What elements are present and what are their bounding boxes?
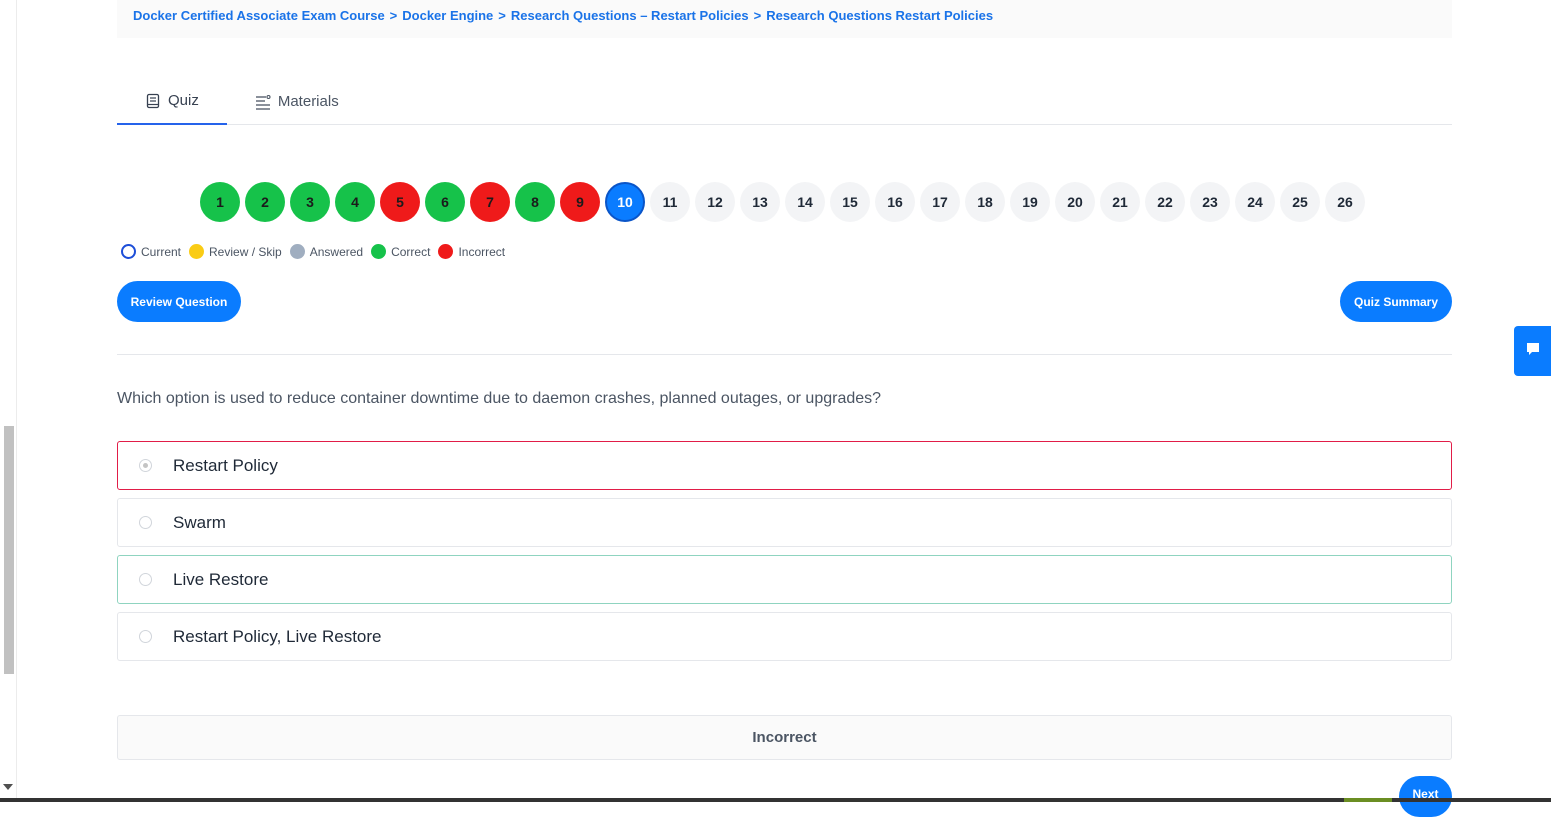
question-nav-item[interactable]: 6 [425, 182, 465, 222]
tab-quiz[interactable]: Quiz [117, 78, 227, 125]
question-nav-item[interactable]: 2 [245, 182, 285, 222]
question-nav-item[interactable]: 12 [695, 182, 735, 222]
result-banner: Incorrect [117, 715, 1452, 760]
question-nav-item[interactable]: 24 [1235, 182, 1275, 222]
radio-button[interactable] [139, 630, 152, 643]
question-navigator: 1 2 3 4 5 6 7 8 9 10 11 12 13 14 15 16 17 18 19 20 21 22 23 24 2… [200, 182, 1365, 222]
list-icon [255, 94, 271, 110]
scrollbar-thumb[interactable] [4, 426, 14, 674]
question-text: Which option is used to reduce container… [117, 390, 882, 407]
bottom-bar [0, 798, 1551, 802]
legend-review: Review / Skip [189, 244, 282, 259]
legend-current: Current [121, 244, 181, 259]
answer-option[interactable]: Restart Policy [117, 441, 1452, 490]
legend-incorrect: Incorrect [438, 244, 505, 259]
answer-option-label: Swarm [173, 512, 226, 532]
incorrect-dot-icon [438, 244, 454, 259]
tab-bar: Quiz Materials [117, 78, 1452, 125]
answer-option[interactable]: Restart Policy, Live Restore [117, 612, 1452, 661]
question-nav-item[interactable]: 14 [785, 182, 825, 222]
answer-option-label: Live Restore [173, 569, 269, 589]
question-nav-item[interactable]: 1 [200, 182, 240, 222]
question-nav-item[interactable]: 4 [335, 182, 375, 222]
question-nav-item[interactable]: 16 [875, 182, 915, 222]
question-nav-item[interactable]: 9 [560, 182, 600, 222]
breadcrumb-separator: > [389, 8, 398, 23]
bottom-bar-accent [1344, 798, 1392, 802]
breadcrumb-link-docker-engine[interactable]: Docker Engine [402, 8, 493, 23]
book-icon [145, 93, 161, 109]
chat-bubble-icon [1525, 341, 1541, 362]
answer-option-label: Restart Policy [173, 455, 278, 475]
legend-incorrect-label: Incorrect [458, 244, 506, 259]
vertical-scrollbar[interactable] [0, 0, 17, 802]
breadcrumb-separator: > [498, 8, 506, 23]
question-nav-item[interactable]: 11 [650, 182, 690, 222]
answer-option[interactable]: Live Restore [117, 555, 1452, 604]
breadcrumb-link-current[interactable]: Research Questions Restart Policies [766, 8, 993, 23]
question-nav-item[interactable]: 5 [380, 182, 420, 222]
current-dot-icon [121, 244, 136, 259]
radio-button[interactable] [139, 516, 152, 529]
breadcrumb-link-course[interactable]: Docker Certified Associate Exam Course [133, 8, 385, 23]
legend-review-label: Review / Skip [209, 244, 282, 259]
legend-correct: Correct [371, 244, 430, 259]
question-nav-item[interactable]: 7 [470, 182, 510, 222]
section-divider [117, 354, 1452, 355]
correct-dot-icon [371, 244, 387, 259]
feedback-tab[interactable] [1514, 326, 1551, 376]
question-nav-item[interactable]: 22 [1145, 182, 1185, 222]
quiz-summary-button[interactable]: Quiz Summary [1340, 281, 1452, 322]
status-legend: Current Review / Skip Answered Correct I… [121, 244, 513, 259]
next-button[interactable]: Next [1399, 776, 1452, 817]
tab-quiz-label: Quiz [168, 92, 199, 109]
tab-materials-label: Materials [277, 93, 339, 110]
breadcrumb: Docker Certified Associate Exam Course > D… [117, 0, 1452, 38]
radio-button[interactable] [139, 459, 152, 472]
question-nav-item[interactable]: 21 [1100, 182, 1140, 222]
legend-correct-label: Correct [391, 244, 431, 259]
question-nav-item[interactable]: 13 [740, 182, 780, 222]
breadcrumb-separator: > [753, 8, 762, 23]
legend-answered-label: Answered [309, 244, 364, 259]
review-question-button[interactable]: Review Question [117, 281, 241, 322]
question-nav-item[interactable]: 23 [1190, 182, 1230, 222]
answer-option-label: Restart Policy, Live Restore [173, 626, 382, 646]
answer-option[interactable]: Swarm [117, 498, 1452, 547]
question-nav-item[interactable]: 15 [830, 182, 870, 222]
question-nav-item[interactable]: 3 [290, 182, 330, 222]
question-nav-item[interactable]: 10 [605, 182, 645, 222]
question-nav-item[interactable]: 26 [1325, 182, 1365, 222]
legend-answered: Answered [289, 244, 364, 259]
question-nav-item[interactable]: 8 [515, 182, 555, 222]
scroll-down-arrow-icon[interactable] [3, 784, 13, 790]
legend-current-label: Current [141, 244, 182, 259]
question-nav-item[interactable]: 20 [1055, 182, 1095, 222]
answered-dot-icon [289, 244, 305, 259]
question-nav-item[interactable]: 19 [1010, 182, 1050, 222]
breadcrumb-link-research-questions[interactable]: Research Questions – Restart Policies [511, 8, 749, 23]
tab-materials[interactable]: Materials [227, 78, 367, 125]
question-nav-item[interactable]: 25 [1280, 182, 1320, 222]
question-nav-item[interactable]: 18 [965, 182, 1005, 222]
review-dot-icon [189, 244, 205, 259]
radio-button[interactable] [139, 573, 152, 586]
question-nav-item[interactable]: 17 [920, 182, 960, 222]
